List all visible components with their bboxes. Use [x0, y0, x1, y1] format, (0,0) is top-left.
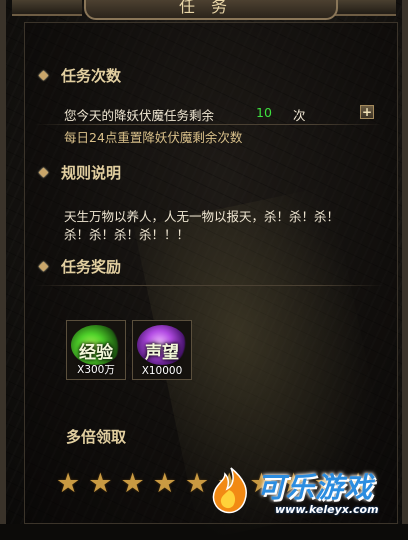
watermark-logo: 可乐游戏 www.keleyx.com [201, 462, 406, 520]
star-icon[interactable]: ★ [88, 470, 112, 498]
star-icon[interactable]: ★ [56, 470, 80, 498]
diamond-bullet-icon [38, 261, 49, 271]
add-count-button[interactable]: + [360, 105, 374, 119]
remaining-count-value: 10 [256, 105, 272, 120]
section-heading: 多倍领取 [66, 427, 127, 446]
remaining-count-unit: 次 [293, 108, 306, 123]
divider [34, 124, 384, 125]
star-icon[interactable]: ★ [153, 470, 177, 498]
remaining-count-label: 您今天的降妖伏魔任务剩余 [64, 108, 215, 123]
flame-logo-icon [212, 467, 247, 514]
section-heading: 任务次数 [61, 66, 122, 85]
section-heading: 任务奖励 [61, 257, 122, 276]
section-task-count: 任务次数 [38, 65, 122, 85]
window-title: 任务 [84, 0, 338, 20]
reward-slot-prestige[interactable]: 声望 X10000 [132, 320, 192, 380]
divider [34, 285, 384, 286]
reward-name: 声望 [145, 343, 179, 363]
reset-note: 每日24点重置降妖伏魔剩余次数 [64, 130, 243, 145]
frame-corner-left [12, 0, 82, 16]
diamond-bullet-icon [38, 167, 49, 177]
rules-text-line2: 杀！杀！杀！杀！！！ [64, 227, 190, 242]
star-icon[interactable]: ★ [120, 470, 144, 498]
rules-text-line1: 天生万物以养人，人无一物以报天，杀！杀！杀！ [64, 209, 340, 224]
brand-name: 可乐游戏 [257, 471, 374, 504]
reward-quantity: X300万 [77, 364, 115, 376]
task-window: 任务 任务次数 您今天的降妖伏魔任务剩余 10 次 + 每日24点重置降妖伏魔剩… [0, 0, 408, 540]
section-heading: 规则说明 [61, 163, 122, 182]
section-multiplier: 多倍领取 [66, 426, 126, 446]
reward-quantity: X10000 [141, 365, 183, 377]
section-rules: 规则说明 [38, 162, 122, 182]
reward-name: 经验 [79, 343, 113, 363]
brand-url: www.keleyx.com [275, 503, 379, 516]
diamond-bullet-icon [38, 70, 49, 80]
section-rewards: 任务奖励 [38, 256, 122, 276]
reward-slot-exp[interactable]: 经验 X300万 [66, 320, 126, 380]
